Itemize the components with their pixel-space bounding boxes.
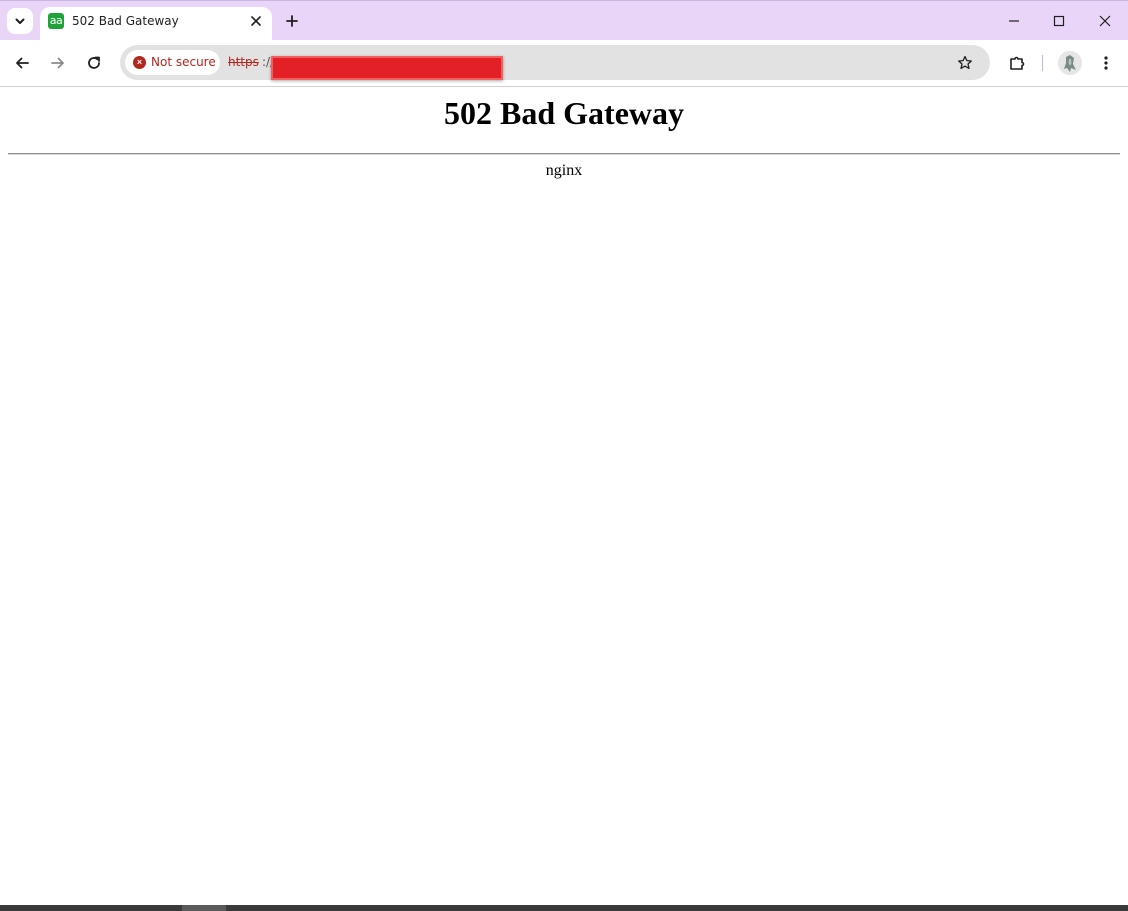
page-content: 502 Bad Gateway nginx	[0, 87, 1128, 905]
tab-search-button[interactable]	[7, 8, 33, 34]
warning-circle-icon: ×	[133, 56, 146, 69]
star-icon	[958, 55, 972, 70]
address-bar[interactable]: × Not secure https ://	[120, 45, 990, 80]
avatar-icon	[1058, 51, 1082, 75]
reload-button[interactable]	[82, 51, 106, 75]
tab-close-button[interactable]	[246, 11, 266, 31]
browser-toolbar: × Not secure https ://	[0, 40, 1128, 87]
close-icon	[1099, 15, 1111, 27]
kebab-menu-icon	[1104, 56, 1108, 70]
bookmark-button[interactable]	[954, 52, 976, 74]
plus-icon	[286, 15, 298, 27]
close-icon	[251, 16, 261, 26]
back-button[interactable]	[10, 51, 34, 75]
arrow-left-icon	[16, 57, 29, 69]
security-label: Not secure	[151, 55, 216, 69]
browser-menu-button[interactable]	[1094, 51, 1118, 75]
minimize-icon	[1009, 20, 1019, 22]
puzzle-icon	[1010, 56, 1025, 70]
extensions-button[interactable]	[1005, 51, 1029, 75]
close-window-button[interactable]	[1090, 7, 1120, 35]
new-tab-button[interactable]	[282, 11, 302, 31]
url-scheme: https	[228, 55, 259, 69]
arrow-right-icon	[51, 57, 64, 69]
security-chip[interactable]: × Not secure	[125, 50, 220, 75]
title-bar: aa 502 Bad Gateway	[0, 0, 1128, 41]
maximize-icon	[1053, 15, 1065, 27]
favicon-icon: aa	[48, 13, 64, 29]
toolbar-divider	[1042, 55, 1043, 71]
minimize-button[interactable]	[999, 7, 1029, 35]
forward-button[interactable]	[46, 51, 70, 75]
tab-title: 502 Bad Gateway	[72, 14, 179, 28]
page-title: 502 Bad Gateway	[444, 95, 684, 131]
os-taskbar-edge	[0, 905, 1128, 911]
tab-active[interactable]: aa 502 Bad Gateway	[40, 7, 272, 41]
maximize-button[interactable]	[1044, 7, 1074, 35]
horizontal-rule	[8, 153, 1120, 155]
server-signature: nginx	[545, 162, 583, 179]
url-redaction-box	[271, 56, 503, 80]
taskbar-item	[182, 905, 226, 911]
reload-icon	[88, 56, 100, 69]
profile-avatar[interactable]	[1058, 51, 1082, 75]
chevron-down-icon	[15, 18, 25, 24]
